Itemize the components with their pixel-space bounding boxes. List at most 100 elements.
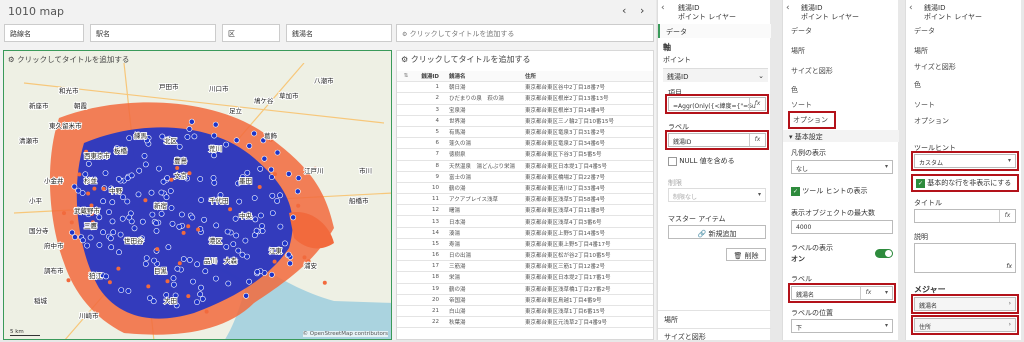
sento-pin — [153, 227, 160, 234]
table-row[interactable]: 19 鶴の湯 東京都台東区浅草橋1丁目27番2号 — [397, 284, 653, 295]
section-location[interactable]: 場所 — [664, 315, 678, 325]
sento-pin-orange — [272, 259, 277, 264]
sento-pin-orange — [177, 261, 182, 266]
fx-icon: fx — [749, 134, 765, 146]
sento-pin-orange — [107, 280, 112, 285]
tab-location[interactable]: 場所 — [791, 46, 805, 56]
filter-sento-name[interactable]: 銭湯名 — [286, 24, 392, 42]
trash-icon: 🗑 — [733, 252, 743, 260]
place-label: 世田谷 — [124, 236, 144, 245]
label-field[interactable]: 銭湯名 fx ▾ — [788, 283, 896, 303]
map-canvas[interactable]: 戸田市 川口市草加市 八潮市和光市鳩ケ谷足立 新座市 朝霞練馬 葛飾 東久留米市板橋 北区荒川… — [4, 63, 392, 340]
measure-sento-name[interactable]: 銭湯名 › — [911, 294, 1019, 314]
sento-pin-orange — [186, 294, 191, 299]
tab-sort[interactable]: ソート — [791, 100, 812, 110]
table-row[interactable]: 16 日の出湯 東京都台東区松が谷2丁目10番5号 — [397, 250, 653, 262]
title-input[interactable]: fx — [914, 209, 1016, 223]
tooltip-show-checkbox[interactable]: ✓ — [791, 186, 800, 196]
table-row[interactable]: 13 日本湯 東京都台東区浅草4丁目3番6号 — [397, 216, 653, 228]
sheet-area: 1010 map ‹ › 路線名 駅名 区 銭湯名 ⚙ クリックしてタイトルを追… — [0, 0, 656, 340]
sento-pin — [116, 249, 122, 256]
place-label: 目黒 — [154, 267, 168, 275]
table-row[interactable]: 22 秋葉湯 東京都台東区元浅草2丁目4番9号 — [397, 317, 653, 329]
back-icon[interactable]: ‹ — [661, 3, 665, 13]
table-panel[interactable]: ⚙ クリックしてタイトルを追加する ⇅ 銭湯ID 銭湯名 住所 1 朝日湯 東京都台… — [396, 50, 654, 340]
table-row[interactable]: 18 栄湯 東京都台東区日本堤2丁目17番1号 — [397, 272, 653, 284]
sento-pin-orange — [165, 279, 170, 284]
sento-pin — [125, 288, 132, 294]
hide-basic-checkbox[interactable]: ✓ — [916, 178, 925, 188]
sento-pin — [194, 299, 200, 305]
sento-pin — [184, 134, 191, 140]
tab-size-shape[interactable]: サイズと図形 — [791, 66, 833, 76]
sento-pin — [268, 271, 275, 278]
sento-pin — [176, 223, 183, 230]
table-row[interactable]: 10 鶴の湯 東京都台東区清川2丁目33番4号 — [397, 183, 653, 195]
sento-pin — [197, 176, 204, 182]
table-row[interactable]: 12 曙湯 東京都台東区浅草4丁目11番8号 — [397, 205, 653, 217]
tab-options[interactable]: オプション — [788, 111, 836, 129]
new-item-button[interactable]: 🔗 新規追加 — [668, 225, 766, 239]
description-input[interactable]: fx — [914, 243, 1016, 273]
object-name: 銭湯ID — [678, 4, 700, 12]
filter-station[interactable]: 駅名 — [90, 24, 216, 42]
sento-pin — [141, 153, 148, 159]
table-row[interactable]: 2 ひだまりの泉 萩の湯 東京都台東区根岸2丁目13番13号 — [397, 93, 653, 105]
tab-location[interactable]: 場所 — [914, 46, 928, 56]
back-icon[interactable]: ‹ — [909, 3, 913, 13]
filter-title-hint[interactable]: ⚙ クリックしてタイトルを追加する — [396, 24, 654, 42]
sento-pin — [109, 218, 116, 225]
table-row[interactable]: 4 世界湯 東京都台東区三ノ輪2丁目10番15号 — [397, 116, 653, 127]
tab-sort[interactable]: ソート — [914, 100, 935, 110]
back-icon[interactable]: ‹ — [786, 3, 790, 13]
delete-button[interactable]: 🗑 削除 — [726, 248, 766, 261]
tooltip-show-row[interactable]: ✓ ツール ヒントの表示 — [791, 186, 867, 196]
tooltip-select[interactable]: カスタム ▾ — [911, 151, 1019, 171]
label-show-toggle[interactable] — [875, 249, 893, 258]
table-row[interactable]: 20 帝国湯 東京都台東区鳥越1丁目4番9号 — [397, 295, 653, 306]
item-expression-field[interactable]: =Aggr(Only({<緯度={"=Su fx — [665, 94, 769, 114]
tab-data[interactable]: データ — [791, 26, 812, 36]
tab-data[interactable]: データ — [914, 26, 935, 36]
tab-options[interactable]: オプション — [914, 116, 949, 126]
label-position-select[interactable]: 下 ▾ — [791, 319, 893, 333]
table-row[interactable]: 8 天然温泉 湯どんぶり栄湯 東京都台東区日本堤1丁目4番5号 — [397, 161, 653, 172]
map-panel[interactable]: ⚙ クリックしてタイトルを追加する 戸田市 川口市 草加市 八潮市 和光市 鳩ケ谷 足立 新座… — [3, 50, 392, 340]
table-row[interactable]: 15 寿湯 東京都台東区東上野5丁目4番17号 — [397, 239, 653, 250]
filter-ward[interactable]: 区 — [222, 24, 280, 42]
null-checkbox[interactable] — [668, 156, 677, 166]
legend-select[interactable]: なし ▾ — [791, 160, 893, 174]
table-row[interactable]: 21 白山湯 東京都台東区浅草1丁目6番15号 — [397, 306, 653, 318]
table-row[interactable]: 1 朝日湯 東京都台東区谷中2丁目18番7号 — [397, 82, 653, 94]
table-row[interactable]: 7 徳樹泉 東京都台東区下谷3丁目5番5号 — [397, 149, 653, 161]
sento-pin — [167, 188, 174, 194]
hide-basic-row[interactable]: ✓ 基本的な行を非表示にする — [911, 174, 1019, 192]
table-row[interactable]: 5 有馬湯 東京都台東区竜泉3丁目31番2号 — [397, 127, 653, 139]
table-row[interactable]: 3 宝泉湯 東京都台東区根岸3丁目14番4号 — [397, 105, 653, 116]
sento-pin — [128, 172, 135, 179]
dimension-row[interactable]: 銭湯ID ⌄ — [663, 68, 768, 82]
tab-color[interactable]: 色 — [791, 85, 798, 95]
null-checkbox-row[interactable]: NULL 値を含める — [668, 156, 735, 166]
table-row[interactable]: 11 アクアプレイス浅草 東京都台東区浅草5丁目58番4号 — [397, 194, 653, 206]
prev-sheet-button[interactable]: ‹ — [622, 4, 626, 17]
tab-data[interactable]: データ — [658, 24, 771, 38]
section-size-shape[interactable]: サイズと図形 — [664, 332, 706, 342]
next-sheet-button[interactable]: › — [640, 4, 644, 17]
table-row[interactable]: 14 湊湯 東京都台東区上野5丁目14番5号 — [397, 228, 653, 239]
basic-settings-header[interactable]: ▾ 基本設定 — [783, 130, 899, 142]
tab-color[interactable]: 色 — [914, 80, 921, 90]
measure-address[interactable]: 住所 › — [911, 315, 1019, 335]
sento-pin — [136, 167, 143, 174]
object-type: ポイント レイヤー — [924, 13, 983, 21]
place-label: 杉並 — [84, 176, 98, 185]
tab-size-shape[interactable]: サイズと図形 — [914, 62, 956, 72]
table-row[interactable]: 9 富士の湯 東京都台東区橋場2丁目22番7号 — [397, 172, 653, 183]
table-row[interactable]: 6 蓬久の湯 東京都台東区竜泉2丁目34番6号 — [397, 138, 653, 150]
table-title[interactable]: ⚙ クリックしてタイトルを追加する — [397, 51, 653, 68]
place-label: 市川 — [359, 166, 372, 175]
max-objects-input[interactable]: 4000 — [791, 220, 893, 234]
label-expression-field[interactable]: 銭湯ID fx — [665, 130, 769, 150]
table-row[interactable]: 17 三筋湯 東京都台東区三筋1丁目12番2号 — [397, 261, 653, 273]
filter-line[interactable]: 路線名 — [4, 24, 84, 42]
